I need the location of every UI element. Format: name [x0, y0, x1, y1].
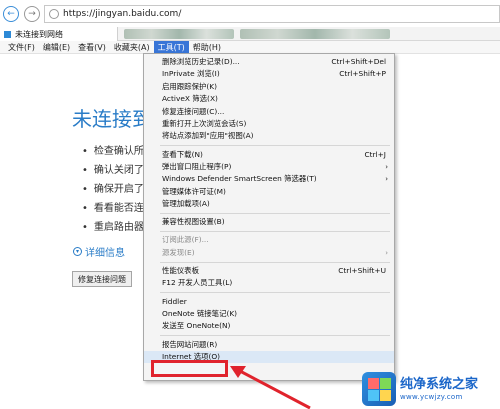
- tools-menu-item[interactable]: 将站点添加到"应用"视图(A): [144, 130, 394, 142]
- tools-menu-item[interactable]: 性能仪表板 Ctrl+Shift+U: [144, 265, 394, 277]
- tools-menu-item[interactable]: 启用跟踪保护(K): [144, 81, 394, 93]
- menu-item-label: 启用跟踪保护(K): [162, 81, 217, 91]
- tools-menu-item[interactable]: 管理加载项(A): [144, 198, 394, 210]
- watermark-title: 纯净系统之家: [400, 377, 479, 392]
- forward-button[interactable]: →: [24, 6, 40, 22]
- menu-item[interactable]: 查看(V): [74, 41, 110, 54]
- menu-item-label: Windows Defender SmartScreen 筛选器(T): [162, 174, 317, 184]
- fix-connection-button[interactable]: 修复连接问题: [72, 271, 132, 287]
- annotation-arrow-icon: [230, 366, 311, 409]
- menu-item-label: 性能仪表板: [162, 265, 199, 275]
- tools-menu-item: 订阅此源(F)...: [144, 234, 394, 246]
- tools-menu-item[interactable]: 重新打开上次浏览会话(S): [144, 118, 394, 130]
- menu-item-shortcut: Ctrl+Shift+Del: [331, 57, 386, 66]
- menu-item[interactable]: 编辑(E): [39, 41, 74, 54]
- tab-title: 未连接到网络: [15, 29, 63, 39]
- address-bar: ← →: [0, 0, 500, 27]
- back-button[interactable]: ←: [3, 6, 19, 22]
- tip-item: 确保开启了: [82, 180, 144, 199]
- menu-item-label: 删除浏览历史记录(D)...: [162, 57, 240, 66]
- tools-menu-item: 源发现(E) ›: [144, 247, 394, 259]
- tips-list: 检查确认所确认关闭了确保开启了看看能否连重启路由器: [82, 142, 144, 237]
- tools-menu-item[interactable]: 管理媒体许可证(M): [144, 186, 394, 198]
- menu-separator: [160, 335, 390, 337]
- url-input[interactable]: [63, 9, 213, 19]
- menu-item-shortcut: Ctrl+J: [364, 149, 386, 159]
- menu-separator: [160, 261, 390, 263]
- menu-item-shortcut: Ctrl+Shift+P: [339, 69, 386, 79]
- menu-item-label: InPrivate 浏览(I): [162, 69, 220, 79]
- tab-bar: 未连接到网络: [0, 27, 500, 41]
- menu-item-label: 查看下载(N): [162, 149, 203, 159]
- menu-item-shortcut: Ctrl+Shift+U: [338, 265, 386, 275]
- highlight-box: [151, 360, 228, 377]
- details-link[interactable]: ▾ 详细信息: [73, 244, 125, 259]
- chevron-right-icon: ›: [385, 162, 388, 171]
- tools-menu-item[interactable]: 查看下载(N) Ctrl+J: [144, 149, 394, 161]
- watermark-url: www.ycwjzy.com: [400, 393, 463, 401]
- chevron-down-icon: ▾: [73, 247, 82, 256]
- menu-item-label: 管理媒体许可证(M): [162, 186, 226, 196]
- globe-icon: [49, 9, 59, 19]
- menu-item-label: 管理加载项(A): [162, 199, 210, 209]
- url-box[interactable]: [44, 5, 500, 23]
- tools-menu-item[interactable]: ActiveX 筛选(X): [144, 93, 394, 105]
- menu-item-label: 重新打开上次浏览会话(S): [162, 118, 247, 128]
- menu-item-label: 订阅此源(F)...: [162, 235, 209, 245]
- menu-item-label: OneNote 链接笔记(K): [162, 308, 238, 318]
- menu-item-label: 兼容性视图设置(B): [162, 217, 225, 227]
- menu-item-label: 弹出窗口阻止程序(P): [162, 161, 232, 171]
- menu-item[interactable]: 帮助(H): [189, 41, 225, 54]
- menu-item-label: 修复连接问题(C)...: [162, 106, 225, 116]
- windows-logo-icon: [362, 372, 396, 406]
- tools-menu-item[interactable]: 修复连接问题(C)...: [144, 106, 394, 118]
- watermark: 纯净系统之家 www.ycwjzy.com: [362, 369, 500, 409]
- menu-separator: [160, 292, 390, 294]
- tools-menu-item[interactable]: 删除浏览历史记录(D)... Ctrl+Shift+Del: [144, 56, 394, 68]
- tip-item: 确认关闭了: [82, 161, 144, 180]
- tools-menu-item[interactable]: OneNote 链接笔记(K): [144, 308, 394, 320]
- tip-item: 看看能否连: [82, 199, 144, 218]
- page-title: 未连接到: [72, 107, 152, 131]
- blurred-bookmarks: [240, 29, 390, 39]
- tools-menu-item[interactable]: 弹出窗口阻止程序(P) ›: [144, 161, 394, 173]
- page-icon: [4, 30, 11, 38]
- menu-separator: [160, 231, 390, 233]
- menu-item[interactable]: 收藏夹(A): [110, 41, 154, 54]
- tab-active[interactable]: 未连接到网络: [0, 27, 118, 41]
- menu-item-label: Fiddler: [162, 296, 187, 306]
- tools-menu-item[interactable]: Fiddler: [144, 296, 394, 308]
- menu-separator: [160, 212, 390, 214]
- menu-item-label: 发送至 OneNote(N): [162, 321, 231, 331]
- tools-menu-item[interactable]: 兼容性视图设置(B): [144, 216, 394, 228]
- menu-separator: [160, 145, 390, 147]
- tools-menu: 删除浏览历史记录(D)... Ctrl+Shift+Del InPrivate 浏览…: [143, 53, 395, 381]
- tip-item: 重启路由器: [82, 218, 144, 237]
- tools-menu-item[interactable]: InPrivate 浏览(I) Ctrl+Shift+P: [144, 68, 394, 80]
- chevron-right-icon: ›: [385, 248, 388, 257]
- menu-item[interactable]: 工具(T): [153, 40, 189, 54]
- tools-menu-item[interactable]: 发送至 OneNote(N): [144, 320, 394, 332]
- tools-menu-item[interactable]: F12 开发人员工具(L): [144, 277, 394, 289]
- menu-item-label: 源发现(E): [162, 247, 195, 257]
- menu-item-label: ActiveX 筛选(X): [162, 94, 218, 104]
- menu-item-label: F12 开发人员工具(L): [162, 278, 233, 288]
- tools-menu-item[interactable]: 报告网站问题(R): [144, 339, 394, 351]
- tools-menu-item[interactable]: Windows Defender SmartScreen 筛选器(T) ›: [144, 173, 394, 185]
- menu-item-label: 将站点添加到"应用"视图(A): [162, 131, 254, 141]
- details-label: 详细信息: [85, 248, 125, 259]
- blurred-bookmarks: [124, 29, 234, 39]
- tip-item: 检查确认所: [82, 142, 144, 161]
- menu-item[interactable]: 文件(F): [4, 41, 39, 54]
- menu-item-label: 报告网站问题(R): [162, 339, 218, 349]
- chevron-right-icon: ›: [385, 175, 388, 184]
